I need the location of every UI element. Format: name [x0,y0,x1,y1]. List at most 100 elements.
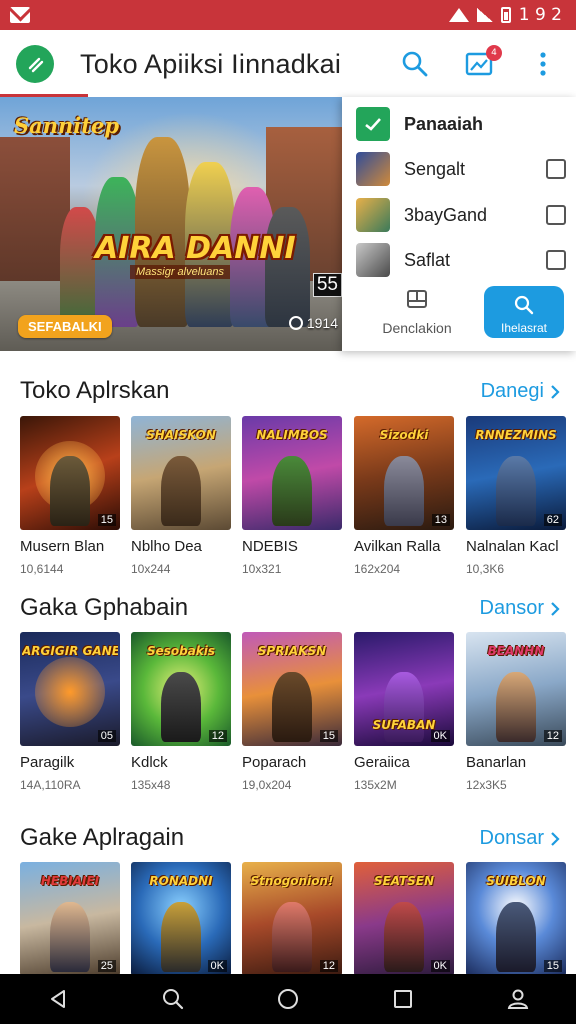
section-more-link[interactable]: Danegi [481,380,560,403]
popup-item[interactable]: Sengalt [356,150,566,188]
app-thumbnail: SPRIAKSN 15 [242,632,342,746]
app-thumbnail: RNNEZMINS 62 [466,416,566,530]
system-nav-bar [0,974,576,1024]
nav-home-button[interactable] [270,981,306,1017]
app-thumbnail: SHAISKON [131,416,231,530]
thumbnail-title: BEANHN [487,644,545,658]
section-title: Gake Aplragain [20,824,185,851]
card-name: Poparach [242,754,307,771]
nav-profile-button[interactable] [500,981,536,1017]
card-meta: 10x321 [242,562,282,576]
card-tag: 12 [319,960,338,972]
card-name: Nblho Dea [131,538,202,555]
popup-item-label: Panaaiah [404,113,484,134]
popup-item[interactable]: Panaaiah [356,105,566,143]
featured-banner[interactable]: Sannitep AIRA DANNI Massigr alveluans 55… [0,97,346,351]
card-tag: 25 [97,960,116,972]
search-button[interactable] [398,47,432,81]
search-icon [402,51,428,77]
card-meta: 10,3K6 [466,562,505,576]
card-tag: 12 [543,730,562,742]
section-title: Toko Aplrskan [20,377,170,404]
section-link-label: Dansor [479,597,544,619]
download-count-icon [288,316,303,330]
thumbnail-figure [384,456,424,526]
section-title: Gaka Gphabain [20,594,189,621]
card-name: Banarlan [466,754,527,771]
card-meta: 135x48 [131,778,171,792]
thumbnail-title: SPRIAKSN [257,644,327,658]
popup-search-button[interactable]: Ihelasrat [484,286,564,338]
popup-right-label: Ihelasrat [500,321,548,335]
wifi-icon [449,8,469,22]
nav-recents-button[interactable] [385,981,421,1017]
card-meta: 10,6144 [20,562,64,576]
card-tag: 0K [430,960,450,972]
thumbnail-title: Sizodki [379,428,429,442]
thumbnail-title: SUIBLON [486,874,546,888]
thumbnail-figure [272,672,312,742]
card-tag: 12 [208,730,227,742]
check-icon [356,107,390,141]
thumbnail-title: NALIMBOS [256,428,328,442]
popup-checkbox[interactable] [546,250,566,270]
card-meta: 10x244 [131,562,171,576]
profile-icon [508,989,529,1009]
thumbnail-title: SHAISKON [146,428,216,442]
popup-checkbox[interactable] [546,159,566,179]
card-meta: 19,0x204 [242,778,292,792]
notification-badge: 4 [486,45,502,61]
section-more-link[interactable]: Donsar [480,827,560,850]
banner-corner-badge: 55 [312,273,342,297]
app-logo-icon[interactable] [16,45,54,83]
thumbnail-figure [496,672,536,742]
card-tag: 05 [97,730,116,742]
notifications-button[interactable]: 4 [462,45,502,81]
thumbnail-title: Stnogonion! [250,874,334,888]
thumbnail-figure [496,456,536,526]
back-icon [50,990,65,1008]
card-name: Paragilk [20,754,75,771]
banner-cta-button[interactable]: SEFABALKI [18,315,112,338]
banner-characters [60,127,310,327]
popup-item[interactable]: 3bayGand [356,196,566,234]
card-meta: 162x204 [354,562,401,576]
thumbnail-title: RNNEZMINS [475,428,557,442]
thumbnail-glow [35,657,105,727]
nav-search-button[interactable] [155,981,191,1017]
thumbnail-figure [161,902,201,972]
thumbnail-figure [272,902,312,972]
app-thumbnail: Sesobakis 12 [131,632,231,746]
card-tag: 15 [543,960,562,972]
app-thumbnail-icon [356,198,390,232]
card-tag: 13 [431,514,450,526]
status-time: 1 9 2 [518,5,562,25]
app-thumbnail: Stnogonion! 12 [242,862,342,976]
section-link-label: Donsar [479,827,544,849]
popup-checkbox[interactable] [546,205,566,225]
section-more-link[interactable]: Dansor [480,597,560,620]
card-tag: 62 [543,514,562,526]
card-name: NDEBIS [242,538,298,555]
search-icon [514,295,534,315]
thumbnail-figure [50,456,90,526]
app-thumbnail-icon [356,152,390,186]
thumbnail-figure [384,902,424,972]
status-bar: 1 9 2 [0,0,576,30]
banner-character [60,207,100,327]
banner-subtitle: Massigr alveluans [130,265,231,279]
nav-back-button[interactable] [40,981,76,1017]
thumbnail-title: ARGIGIR GANER [22,644,118,658]
banner-downloads-value: 1914 [306,315,338,331]
search-icon [162,989,183,1010]
thumbnail-title: HEBIAIEI [40,874,100,888]
chevron-right-icon [551,601,560,616]
signal-icon [476,8,493,22]
popup-download-button[interactable]: Denclakion [362,289,472,336]
thumbnail-figure [161,456,201,526]
thumbnail-title: RONADNI [149,874,213,888]
chevron-right-icon [551,384,560,399]
more-options-button[interactable] [526,47,560,81]
popup-item[interactable]: Saflat [356,241,566,279]
grid-icon [407,290,427,308]
